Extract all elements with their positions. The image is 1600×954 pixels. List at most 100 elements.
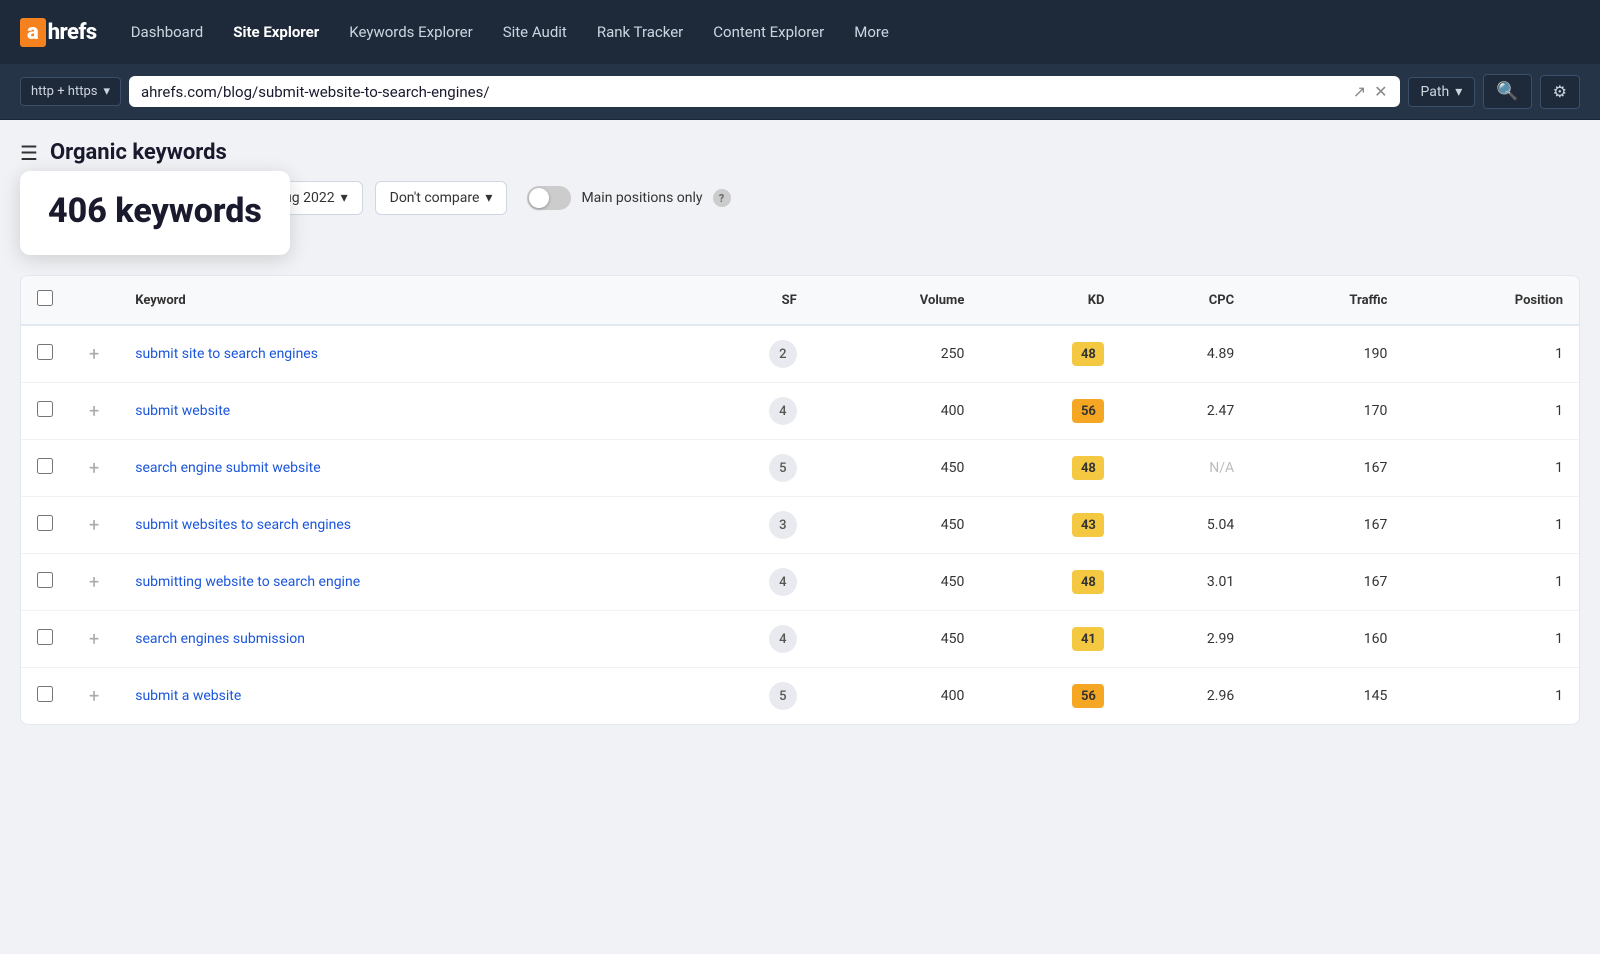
nav-dashboard[interactable]: Dashboard — [119, 15, 216, 49]
settings-button[interactable]: ⚙ — [1540, 75, 1580, 109]
cpc-value: 5.04 — [1207, 517, 1234, 533]
row-checkbox[interactable] — [37, 458, 53, 474]
nav-site-explorer[interactable]: Site Explorer — [221, 15, 331, 49]
position-value: 1 — [1403, 611, 1579, 668]
position-value: 1 — [1403, 440, 1579, 497]
nav-rank-tracker[interactable]: Rank Tracker — [585, 15, 695, 49]
sf-badge: 2 — [769, 340, 797, 368]
nav-keywords-explorer[interactable]: Keywords Explorer — [337, 15, 484, 49]
external-link-icon[interactable]: ↗ — [1353, 82, 1366, 101]
add-keyword-button[interactable]: + — [85, 686, 103, 707]
page-title: Organic keywords — [50, 140, 227, 165]
row-checkbox[interactable] — [37, 629, 53, 645]
nav-more[interactable]: More — [842, 15, 901, 49]
sf-badge: 4 — [769, 568, 797, 596]
table-row: + submit website 4 400 56 2.47 170 1 — [21, 383, 1579, 440]
logo[interactable]: a hrefs — [20, 18, 97, 47]
keywords-count-card: 406 keywords — [20, 171, 290, 255]
chevron-down-icon: ▾ — [103, 84, 110, 99]
traffic-value: 170 — [1250, 383, 1403, 440]
chevron-down-icon: ▾ — [341, 190, 348, 206]
keyword-link[interactable]: submit websites to search engines — [135, 517, 351, 533]
chevron-down-icon: ▾ — [1455, 84, 1462, 100]
sf-badge: 3 — [769, 511, 797, 539]
keyword-link[interactable]: submit a website — [135, 688, 241, 704]
toolbar-row: 406 keywords Aug 2022 ▾ Don't compare ▾ … — [20, 181, 1580, 215]
cpc-na: N/A — [1209, 460, 1234, 476]
logo-icon: a — [20, 18, 46, 47]
position-value: 1 — [1403, 554, 1579, 611]
keyword-link[interactable]: submit site to search engines — [135, 346, 318, 362]
add-keyword-button[interactable]: + — [85, 629, 103, 650]
cpc-value: 3.01 — [1207, 574, 1234, 590]
kd-badge: 48 — [1072, 570, 1104, 594]
add-keyword-button[interactable]: + — [85, 572, 103, 593]
sf-badge: 4 — [769, 625, 797, 653]
sf-badge: 5 — [769, 454, 797, 482]
logo-text: hrefs — [48, 20, 97, 45]
main-positions-toggle-wrap: Main positions only ? — [527, 186, 730, 210]
col-cpc: CPC — [1120, 276, 1250, 325]
url-input[interactable]: ahrefs.com/blog/submit-website-to-search… — [129, 76, 1400, 107]
main-content: ☰ Organic keywords 406 keywords Aug 2022… — [0, 120, 1600, 745]
nav-site-audit[interactable]: Site Audit — [491, 15, 579, 49]
row-checkbox[interactable] — [37, 572, 53, 588]
col-position: Position — [1403, 276, 1579, 325]
main-positions-label: Main positions only — [581, 190, 702, 206]
volume-value: 400 — [813, 668, 981, 725]
keyword-link[interactable]: submit website — [135, 403, 230, 419]
add-keyword-button[interactable]: + — [85, 401, 103, 422]
traffic-value: 167 — [1250, 497, 1403, 554]
search-button[interactable]: 🔍 — [1483, 74, 1531, 109]
help-icon[interactable]: ? — [713, 189, 731, 207]
add-keyword-button[interactable]: + — [85, 515, 103, 536]
cpc-value: 4.89 — [1207, 346, 1234, 362]
add-keyword-button[interactable]: + — [85, 344, 103, 365]
close-icon[interactable]: ✕ — [1374, 82, 1387, 101]
add-keyword-button[interactable]: + — [85, 458, 103, 479]
table-row: + submit site to search engines 2 250 48… — [21, 325, 1579, 383]
kd-badge: 43 — [1072, 513, 1104, 537]
keyword-link[interactable]: search engines submission — [135, 631, 305, 647]
toggle-knob — [529, 188, 549, 208]
top-navigation: a hrefs Dashboard Site Explorer Keywords… — [0, 0, 1600, 64]
col-keyword: Keyword — [119, 276, 681, 325]
row-checkbox[interactable] — [37, 344, 53, 360]
menu-icon[interactable]: ☰ — [20, 141, 38, 165]
traffic-value: 145 — [1250, 668, 1403, 725]
row-checkbox[interactable] — [37, 686, 53, 702]
sf-badge: 4 — [769, 397, 797, 425]
page-title-row: ☰ Organic keywords — [20, 140, 1580, 165]
position-value: 1 — [1403, 668, 1579, 725]
cpc-value: 2.96 — [1207, 688, 1234, 704]
kd-badge: 56 — [1072, 399, 1104, 423]
kd-badge: 48 — [1072, 342, 1104, 366]
col-kd: KD — [980, 276, 1120, 325]
cpc-value: 2.47 — [1207, 403, 1234, 419]
protocol-selector[interactable]: http + https ▾ — [20, 77, 121, 106]
row-checkbox[interactable] — [37, 401, 53, 417]
path-selector[interactable]: Path ▾ — [1408, 77, 1476, 107]
url-bar: http + https ▾ ahrefs.com/blog/submit-we… — [0, 64, 1600, 120]
traffic-value: 160 — [1250, 611, 1403, 668]
table-row: + submitting website to search engine 4 … — [21, 554, 1579, 611]
kd-badge: 41 — [1072, 627, 1104, 651]
main-positions-toggle[interactable] — [527, 186, 571, 210]
table-row: + submit a website 5 400 56 2.96 145 1 — [21, 668, 1579, 725]
keyword-link[interactable]: search engine submit website — [135, 460, 320, 476]
position-value: 1 — [1403, 383, 1579, 440]
table-row: + submit websites to search engines 3 45… — [21, 497, 1579, 554]
keywords-table: Keyword SF Volume KD CPC Traffic Positio… — [20, 275, 1580, 725]
keyword-link[interactable]: submitting website to search engine — [135, 574, 360, 590]
sf-badge: 5 — [769, 682, 797, 710]
table-row: + search engines submission 4 450 41 2.9… — [21, 611, 1579, 668]
volume-value: 450 — [813, 497, 981, 554]
kd-badge: 48 — [1072, 456, 1104, 480]
traffic-value: 167 — [1250, 440, 1403, 497]
keywords-count: 406 keywords — [48, 191, 262, 231]
position-value: 1 — [1403, 325, 1579, 383]
compare-selector[interactable]: Don't compare ▾ — [375, 181, 508, 215]
nav-content-explorer[interactable]: Content Explorer — [701, 15, 836, 49]
row-checkbox[interactable] — [37, 515, 53, 531]
select-all-checkbox[interactable] — [37, 290, 53, 306]
